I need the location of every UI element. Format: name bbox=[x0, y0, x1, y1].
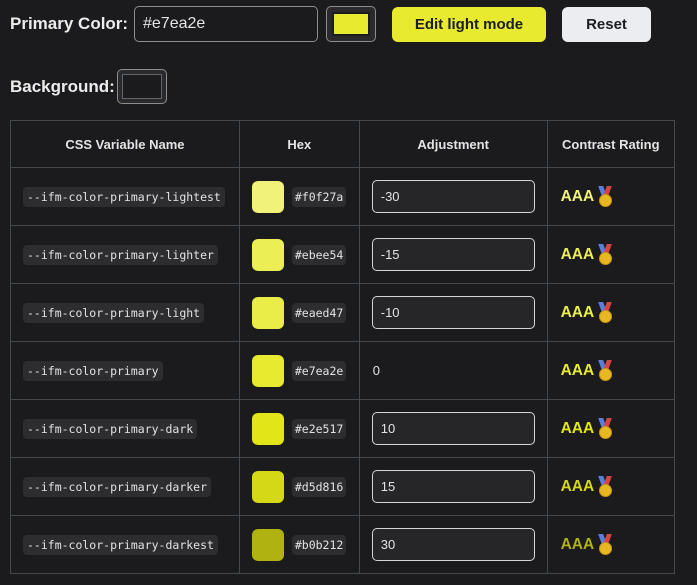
contrast-rating-cell: AAA bbox=[546, 341, 676, 400]
medal-icon bbox=[598, 301, 613, 324]
contrast-rating-text: AAA bbox=[560, 477, 595, 495]
contrast-rating-cell: AAA bbox=[546, 457, 676, 516]
variable-name: --ifm-color-primary bbox=[23, 360, 163, 381]
contrast-rating-text: AAA bbox=[560, 245, 595, 263]
contrast-rating-text: AAA bbox=[560, 535, 595, 553]
variable-name-cell: --ifm-color-primary-light bbox=[10, 283, 240, 342]
hex-code: #e2e517 bbox=[291, 418, 347, 439]
medal-icon bbox=[598, 185, 613, 208]
background-row: Background: bbox=[10, 69, 115, 105]
variable-name-cell: --ifm-color-primary bbox=[10, 341, 240, 400]
contrast-rating-cell: AAA bbox=[546, 283, 676, 342]
variable-name-cell: --ifm-color-primary-darker bbox=[10, 457, 240, 516]
medal-icon bbox=[598, 533, 613, 556]
hex-code: #eaed47 bbox=[291, 302, 347, 323]
primary-color-picker[interactable] bbox=[326, 6, 376, 42]
variable-name: --ifm-color-primary-darker bbox=[23, 476, 212, 497]
hex-cell: #eaed47 bbox=[238, 283, 360, 342]
contrast-rating-text: AAA bbox=[560, 419, 595, 437]
medal-icon bbox=[598, 243, 613, 266]
edit-light-mode-button[interactable]: Edit light mode bbox=[392, 7, 546, 42]
hex-cell: #d5d816 bbox=[238, 457, 360, 516]
table-row: --ifm-color-primary-lighter #ebee54 -15 … bbox=[10, 225, 676, 284]
table-row: --ifm-color-primary-light #eaed47 -10 AA… bbox=[10, 283, 676, 342]
table-row: --ifm-color-primary-darkest #b0b212 30 A… bbox=[10, 515, 676, 574]
variable-name-cell: --ifm-color-primary-lightest bbox=[10, 167, 240, 226]
variable-name-cell: --ifm-color-primary-lighter bbox=[10, 225, 240, 284]
hex-cell: #f0f27a bbox=[238, 167, 360, 226]
header-contrast-rating: Contrast Rating bbox=[546, 120, 676, 168]
header-variable-name: CSS Variable Name bbox=[10, 120, 240, 168]
background-color-picker[interactable] bbox=[117, 69, 167, 104]
header-adjustment: Adjustment bbox=[358, 120, 548, 168]
contrast-rating-cell: AAA bbox=[546, 515, 676, 574]
color-swatch bbox=[251, 296, 284, 329]
contrast-rating-text: AAA bbox=[560, 187, 595, 205]
adjustment-cell: 30 bbox=[358, 515, 548, 574]
variable-name-cell: --ifm-color-primary-dark bbox=[10, 399, 240, 458]
color-variables-table: CSS Variable Name Hex Adjustment Contras… bbox=[10, 120, 676, 574]
color-swatch bbox=[251, 528, 284, 561]
reset-button[interactable]: Reset bbox=[562, 7, 651, 42]
hex-cell: #e7ea2e bbox=[238, 341, 360, 400]
color-swatch bbox=[251, 412, 284, 445]
variable-name: --ifm-color-primary-dark bbox=[23, 418, 198, 439]
adjustment-input[interactable]: -30 bbox=[371, 180, 535, 213]
header-hex: Hex bbox=[238, 120, 360, 168]
table-row: --ifm-color-primary #e7ea2e 0 AAA bbox=[10, 341, 676, 400]
table-header-row: CSS Variable Name Hex Adjustment Contras… bbox=[10, 120, 676, 168]
primary-color-swatch bbox=[332, 12, 370, 36]
adjustment-cell: 10 bbox=[358, 399, 548, 458]
medal-icon bbox=[598, 475, 613, 498]
adjustment-input[interactable]: 15 bbox=[371, 470, 535, 503]
contrast-rating-text: AAA bbox=[560, 303, 595, 321]
adjustment-cell: 0 bbox=[358, 341, 548, 400]
adjustment-cell: -30 bbox=[358, 167, 548, 226]
color-swatch bbox=[251, 238, 284, 271]
adjustment-input[interactable]: 30 bbox=[371, 528, 535, 561]
variable-name: --ifm-color-primary-lightest bbox=[23, 186, 225, 207]
adjustment-input[interactable]: -15 bbox=[371, 238, 535, 271]
adjustment-input[interactable]: 10 bbox=[371, 412, 535, 445]
primary-color-input[interactable]: #e7ea2e bbox=[134, 6, 318, 42]
background-color-swatch bbox=[122, 74, 162, 99]
color-swatch bbox=[251, 354, 284, 387]
hex-code: #d5d816 bbox=[291, 476, 347, 497]
hex-code: #b0b212 bbox=[291, 534, 347, 555]
table-row: --ifm-color-primary-darker #d5d816 15 AA… bbox=[10, 457, 676, 516]
adjustment-input[interactable]: -10 bbox=[371, 296, 535, 329]
adjustment-cell: 15 bbox=[358, 457, 548, 516]
color-swatch bbox=[251, 470, 284, 503]
contrast-rating-cell: AAA bbox=[546, 399, 676, 458]
contrast-rating-cell: AAA bbox=[546, 167, 676, 226]
hex-cell: #ebee54 bbox=[238, 225, 360, 284]
hex-cell: #e2e517 bbox=[238, 399, 360, 458]
contrast-rating-text: AAA bbox=[560, 361, 595, 379]
variable-name: --ifm-color-primary-darkest bbox=[23, 534, 218, 555]
hex-code: #f0f27a bbox=[291, 186, 347, 207]
variable-name-cell: --ifm-color-primary-darkest bbox=[10, 515, 240, 574]
primary-color-label: Primary Color: bbox=[10, 14, 129, 33]
variable-name: --ifm-color-primary-light bbox=[23, 302, 205, 323]
hex-code: #ebee54 bbox=[291, 244, 347, 265]
primary-color-row: Primary Color: bbox=[10, 6, 128, 42]
adjustment-cell: -10 bbox=[358, 283, 548, 342]
contrast-rating-cell: AAA bbox=[546, 225, 676, 284]
adjustment-cell: -15 bbox=[358, 225, 548, 284]
adjustment-value: 0 bbox=[372, 363, 380, 378]
hex-cell: #b0b212 bbox=[238, 515, 360, 574]
medal-icon bbox=[598, 417, 613, 440]
table-row: --ifm-color-primary-dark #e2e517 10 AAA bbox=[10, 399, 676, 458]
variable-name: --ifm-color-primary-lighter bbox=[23, 244, 218, 265]
color-swatch bbox=[251, 180, 284, 213]
hex-code: #e7ea2e bbox=[291, 360, 347, 381]
background-label: Background: bbox=[10, 77, 115, 96]
medal-icon bbox=[598, 359, 613, 382]
table-row: --ifm-color-primary-lightest #f0f27a -30… bbox=[10, 167, 676, 226]
